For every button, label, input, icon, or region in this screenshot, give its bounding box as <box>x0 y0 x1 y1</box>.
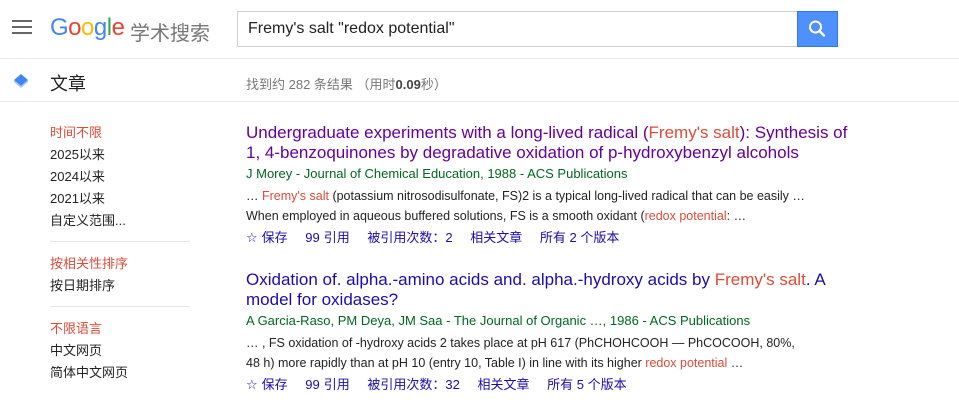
save-link[interactable]: ☆ 保存 <box>246 230 288 245</box>
cite-label: 引用 <box>323 377 350 392</box>
cite-link[interactable]: 99 引用 <box>305 230 349 245</box>
lang-chinese[interactable]: 中文网页 <box>50 340 190 362</box>
search-result: Oxidation of. alpha.-amino acids and. al… <box>246 270 856 395</box>
snippet-highlight: redox potential <box>644 209 727 223</box>
result-title[interactable]: Undergraduate experiments with a long-li… <box>246 123 856 163</box>
search-button[interactable] <box>797 11 838 47</box>
logo-letter: e <box>111 14 125 41</box>
header: Google 学术搜索 <box>0 0 959 58</box>
articles-icon <box>14 74 28 88</box>
snippet-text: : … <box>726 209 747 223</box>
result-title[interactable]: Oxidation of. alpha.-amino acids and. al… <box>246 270 856 310</box>
logo-letter: o <box>68 14 82 41</box>
category-label[interactable]: 文章 <box>50 70 86 96</box>
star-icon: ☆ <box>246 377 258 392</box>
result-snippet: … , FS oxidation of -hydroxy acids 2 tak… <box>246 333 806 373</box>
sidebar-divider <box>50 241 190 242</box>
stats-time: 0.09 <box>395 77 421 92</box>
save-label: 保存 <box>261 230 288 245</box>
quote-icon: 99 <box>305 230 320 245</box>
result-meta: A Garcia-Raso, PM Deya, JM Saa - The Jou… <box>246 313 751 328</box>
filter-since-2025[interactable]: 2025以来 <box>50 144 190 166</box>
cited-by-link[interactable]: 被引用次数：32 <box>367 377 459 392</box>
save-label: 保存 <box>261 377 288 392</box>
filter-since-2021[interactable]: 2021以来 <box>50 188 190 210</box>
filter-any-time[interactable]: 时间不限 <box>50 122 190 144</box>
title-text: Undergraduate experiments with a long-li… <box>246 123 649 142</box>
scholar-label: 学术搜索 <box>130 23 210 45</box>
all-versions-link[interactable]: 所有 2 个版本 <box>540 230 619 245</box>
logo-letter: g <box>93 14 107 41</box>
lang-any[interactable]: 不限语言 <box>50 318 190 340</box>
sidebar: 时间不限 2025以来 2024以来 2021以来 自定义范围... 按相关性排… <box>50 122 190 384</box>
result-stats: 找到约 282 条结果 （用时0.09秒） <box>246 74 447 93</box>
search-result: Undergraduate experiments with a long-li… <box>246 123 856 248</box>
google-logo[interactable]: Google <box>50 14 125 42</box>
logo-letter: G <box>50 14 69 41</box>
cited-by-link[interactable]: 被引用次数：2 <box>367 230 452 245</box>
filter-since-2024[interactable]: 2024以来 <box>50 166 190 188</box>
result-actions: ☆ 保存 99 引用 被引用次数：32 相关文章 所有 5 个版本 <box>246 375 856 395</box>
quote-icon: 99 <box>305 377 320 392</box>
snippet-text: … <box>727 356 744 370</box>
filter-custom-range[interactable]: 自定义范围... <box>50 210 190 232</box>
header-divider <box>0 58 959 59</box>
title-highlight: Fremy's salt <box>648 123 740 142</box>
lang-simplified-chinese[interactable]: 简体中文网页 <box>50 362 190 384</box>
sort-by-date[interactable]: 按日期排序 <box>50 275 190 297</box>
result-meta: J Morey - Journal of Chemical Education,… <box>246 166 628 181</box>
search-input[interactable] <box>237 11 797 47</box>
title-highlight: Fremy's salt <box>714 270 806 289</box>
cite-label: 引用 <box>323 230 350 245</box>
search-icon <box>809 20 826 37</box>
all-versions-link[interactable]: 所有 5 个版本 <box>547 377 626 392</box>
result-actions: ☆ 保存 99 引用 被引用次数：2 相关文章 所有 2 个版本 <box>246 228 856 248</box>
result-snippet: … Fremy's salt (potassium nitrosodisulfo… <box>246 186 806 226</box>
stats-prefix: 找到约 282 条结果 （用时 <box>246 77 396 92</box>
stats-suffix: 秒） <box>420 77 447 92</box>
sort-by-relevance[interactable]: 按相关性排序 <box>50 253 190 275</box>
related-articles-link[interactable]: 相关文章 <box>470 230 522 245</box>
save-link[interactable]: ☆ 保存 <box>246 377 288 392</box>
logo-letter: o <box>81 14 94 41</box>
hamburger-menu-icon[interactable] <box>12 20 32 36</box>
star-icon: ☆ <box>246 230 258 245</box>
title-text: Oxidation of. alpha.-amino acids and. al… <box>246 270 715 289</box>
cite-link[interactable]: 99 引用 <box>305 377 349 392</box>
sidebar-divider <box>50 306 190 307</box>
snippet-text: … <box>246 189 262 203</box>
snippet-highlight: redox potential <box>645 356 728 370</box>
related-articles-link[interactable]: 相关文章 <box>478 377 530 392</box>
subheader-divider <box>0 101 959 102</box>
snippet-highlight: Fremy's salt <box>261 189 329 203</box>
